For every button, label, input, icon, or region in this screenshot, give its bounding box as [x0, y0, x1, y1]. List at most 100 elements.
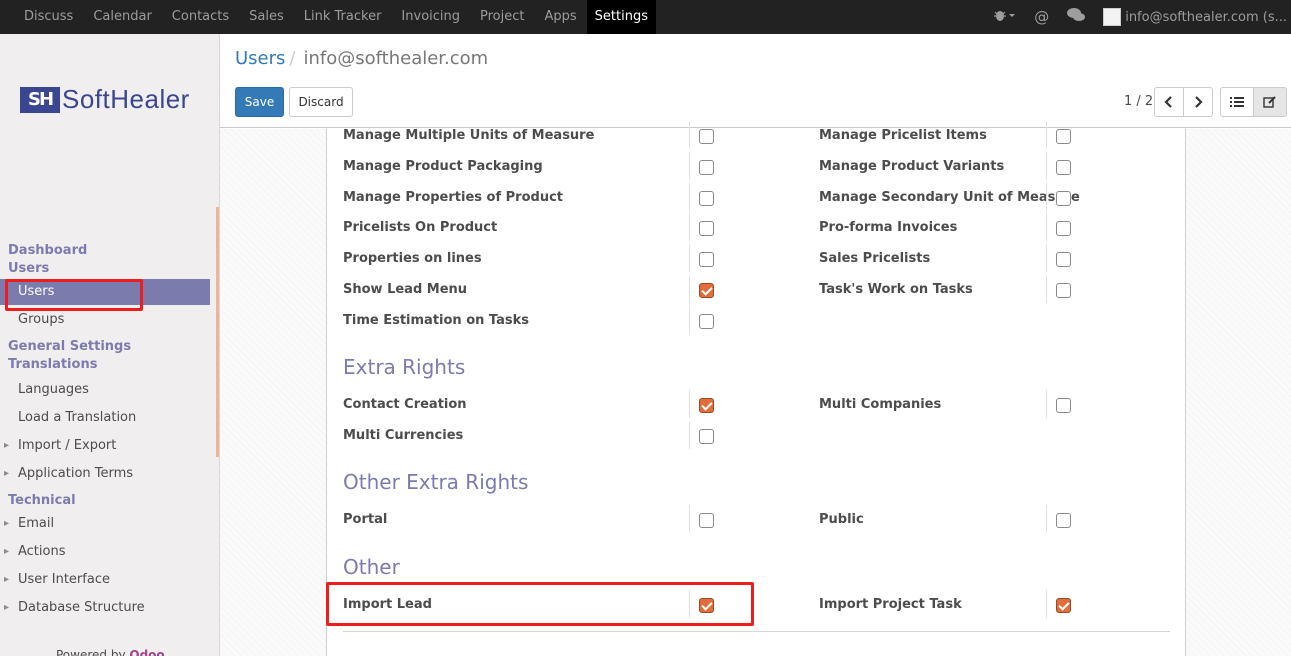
at-mention-icon[interactable]: @ [1034, 8, 1049, 26]
checkbox[interactable] [1056, 191, 1071, 206]
pager-next-button[interactable] [1183, 87, 1213, 117]
column-divider [1046, 390, 1047, 418]
checkbox[interactable] [699, 314, 714, 329]
checkbox[interactable] [699, 513, 714, 528]
checkbox[interactable] [699, 129, 714, 144]
column-divider [1046, 505, 1047, 533]
field-label: Manage Multiple Units of Measure [343, 128, 595, 143]
field-label: Pro-forma Invoices [819, 220, 958, 235]
checkbox[interactable] [1056, 283, 1071, 298]
sidebar-item-user-interface[interactable]: User Interface [0, 566, 210, 594]
sidebar-header-dashboard[interactable]: Dashboard [0, 242, 210, 260]
section-title-other-extra-rights: Other Extra Rights [343, 470, 529, 494]
sidebar-header-users[interactable]: Users [0, 260, 210, 278]
users-highlight-box [5, 279, 143, 311]
form-sheet: Manage Multiple Units of Measure Manage … [326, 121, 1187, 656]
checkbox[interactable] [1056, 252, 1071, 267]
sidebar-item-application-terms[interactable]: Application Terms [0, 460, 210, 488]
sidebar-item-languages[interactable]: Languages [0, 376, 210, 404]
user-menu[interactable]: info@softhealer.com (s... [1103, 8, 1287, 26]
sidebar-item-actions[interactable]: Actions [0, 538, 210, 566]
column-divider [1046, 121, 1047, 149]
field-label: Import Project Task [819, 597, 962, 612]
menu-contacts[interactable]: Contacts [162, 0, 239, 34]
column-divider [689, 275, 690, 303]
odoo-link[interactable]: Odoo [129, 648, 164, 656]
field-label: Pricelists On Product [343, 220, 498, 235]
app-menu: Discuss Calendar Contacts Sales Link Tra… [0, 0, 656, 34]
access-row: Time Estimation on Tasks [327, 306, 1187, 343]
checkbox[interactable] [1056, 398, 1071, 413]
menu-settings[interactable]: Settings [586, 0, 656, 34]
bug-icon[interactable] [994, 9, 1016, 25]
section-title-other: Other [343, 555, 400, 579]
column-divider [1046, 244, 1047, 272]
powered-by: Powered by Odoo [56, 648, 165, 656]
field-label: Show Lead Menu [343, 282, 468, 297]
checkbox-checked[interactable] [699, 398, 714, 413]
section-title-extra-rights: Extra Rights [343, 355, 466, 379]
sidebar-header-translations[interactable]: Translations [0, 356, 210, 374]
menu-sales[interactable]: Sales [239, 0, 294, 34]
checkbox[interactable] [1056, 221, 1071, 236]
access-row: Show Lead Menu Task's Work on Tasks [327, 275, 1187, 312]
list-view-button[interactable] [1220, 87, 1254, 117]
discard-button[interactable]: Discard [289, 87, 353, 117]
sidebar-item-email[interactable]: Email [0, 510, 210, 538]
menu-invoicing[interactable]: Invoicing [391, 0, 470, 34]
breadcrumb-users[interactable]: Users [235, 48, 285, 69]
column-divider [1046, 213, 1047, 241]
field-label: Manage Secondary Unit of Measure [819, 190, 1080, 205]
column-divider [689, 421, 690, 449]
save-button[interactable]: Save [235, 87, 284, 117]
checkbox[interactable] [1056, 513, 1071, 528]
sidebar-header-general-settings[interactable]: General Settings [0, 338, 210, 356]
access-row: Manage Properties of Product Manage Seco… [327, 183, 1187, 220]
column-divider [1046, 152, 1047, 180]
checkbox-checked[interactable] [1056, 598, 1071, 613]
field-label: Manage Product Variants [819, 159, 1005, 174]
column-divider [689, 213, 690, 241]
powered-by-label: Powered by [56, 648, 126, 656]
sidebar-item-load-translation[interactable]: Load a Translation [0, 404, 210, 432]
checkbox[interactable] [699, 191, 714, 206]
access-row: Multi Currencies [327, 421, 1187, 458]
column-divider [689, 152, 690, 180]
menu-project[interactable]: Project [470, 0, 534, 34]
form-view-button[interactable] [1253, 87, 1287, 117]
field-label: Multi Companies [819, 397, 942, 412]
field-label: Time Estimation on Tasks [343, 313, 529, 328]
breadcrumb: Users / info@softhealer.com [235, 48, 488, 69]
menu-link-tracker[interactable]: Link Tracker [294, 0, 392, 34]
checkbox[interactable] [699, 429, 714, 444]
breadcrumb-current: info@softhealer.com [303, 48, 489, 69]
sidebar-item-import-export[interactable]: Import / Export [0, 432, 210, 460]
menu-discuss[interactable]: Discuss [14, 0, 83, 34]
access-row: Portal Public [327, 505, 1187, 542]
pager-value: 1 / 2 [1124, 94, 1154, 109]
pager-previous-button[interactable] [1154, 87, 1184, 117]
checkbox[interactable] [1056, 160, 1071, 175]
access-row: Pricelists On Product Pro-forma Invoices [327, 213, 1187, 250]
checkbox[interactable] [1056, 129, 1071, 144]
column-divider [689, 121, 690, 149]
sidebar-scrollbar[interactable] [216, 207, 219, 457]
company-logo: SH SoftHealer [20, 84, 190, 115]
field-label: Manage Pricelist Items [819, 128, 987, 143]
logo-mark: SH [20, 86, 60, 113]
sidebar-header-technical[interactable]: Technical [0, 492, 210, 510]
menu-apps[interactable]: Apps [535, 0, 587, 34]
checkbox[interactable] [699, 252, 714, 267]
sidebar-item-database-structure[interactable]: Database Structure [0, 594, 210, 622]
chat-bubbles-icon[interactable] [1067, 8, 1086, 26]
field-label: Manage Product Packaging [343, 159, 543, 174]
checkbox[interactable] [699, 160, 714, 175]
column-divider [689, 390, 690, 418]
checkbox-checked[interactable] [699, 283, 714, 298]
access-row: Manage Multiple Units of Measure Manage … [327, 121, 1187, 158]
column-divider [1046, 275, 1047, 303]
checkbox[interactable] [699, 221, 714, 236]
user-email: info@softhealer.com (s... [1125, 9, 1287, 25]
menu-calendar[interactable]: Calendar [83, 0, 161, 34]
field-label: Public [819, 512, 864, 527]
